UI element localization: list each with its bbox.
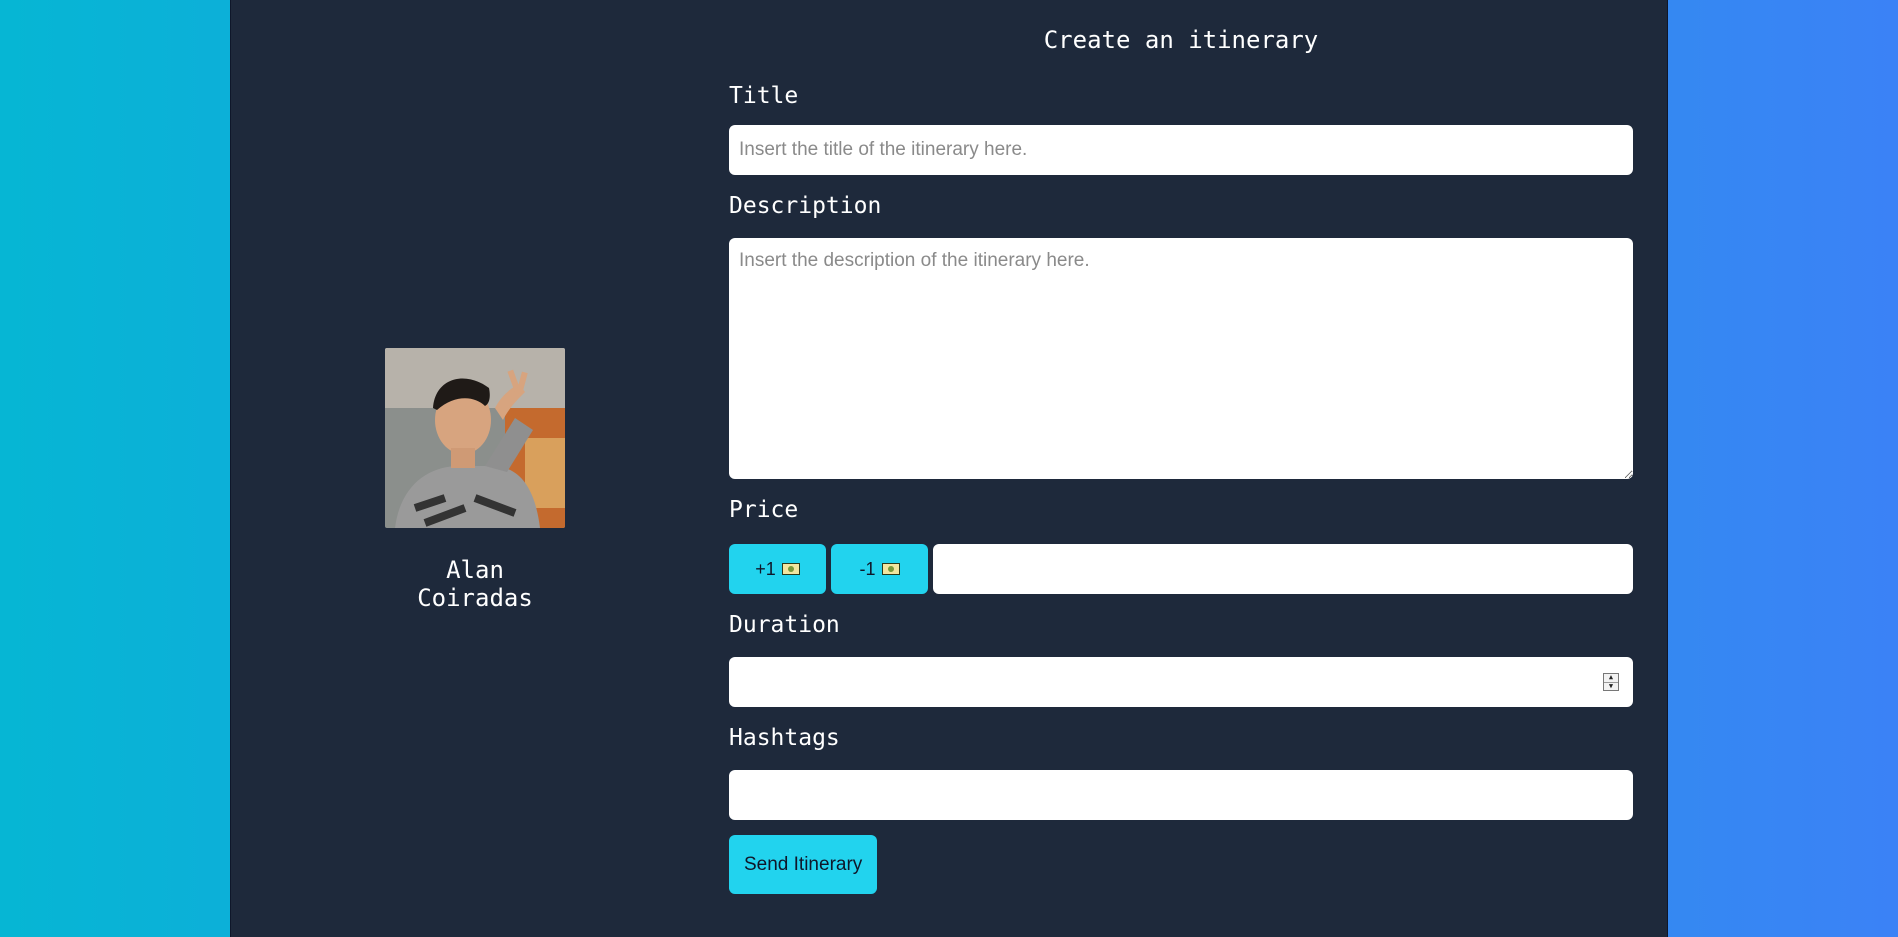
duration-label: Duration [729,612,840,638]
avatar [385,348,565,528]
price-increment-label: +1 [755,558,776,579]
avatar-photo [385,348,565,528]
profile-card: Alan Coiradas [385,348,565,612]
price-increment-button[interactable]: +1 [729,544,826,594]
spinner-down-icon[interactable]: ▼ [1604,681,1618,691]
send-itinerary-button[interactable]: Send Itinerary [729,835,878,894]
money-bill-icon [881,563,900,575]
title-input[interactable] [729,125,1633,175]
money-bill-icon [781,563,800,575]
main-panel: Alan Coiradas Create an itinerary Title … [230,0,1668,937]
price-label: Price [729,497,799,523]
price-input[interactable] [933,544,1633,594]
spinner-arrows-icon[interactable]: ▲ ▼ [1603,673,1619,691]
description-textarea[interactable] [729,238,1633,479]
hashtags-input[interactable] [729,770,1633,820]
price-decrement-label: -1 [859,558,876,579]
title-label: Title [729,83,799,109]
duration-input[interactable] [729,657,1633,707]
profile-name: Alan Coiradas [417,556,533,612]
spinner-up-icon[interactable]: ▲ [1604,674,1618,682]
description-label: Description [729,193,882,219]
price-row: +1 -1 [729,544,1633,594]
price-decrement-button[interactable]: -1 [831,544,928,594]
form-heading: Create an itinerary [1043,26,1319,54]
duration-field: ▲ ▼ [729,657,1633,707]
hashtags-label: Hashtags [729,725,840,751]
itinerary-form: Create an itinerary Title Description Pr… [729,0,1633,894]
